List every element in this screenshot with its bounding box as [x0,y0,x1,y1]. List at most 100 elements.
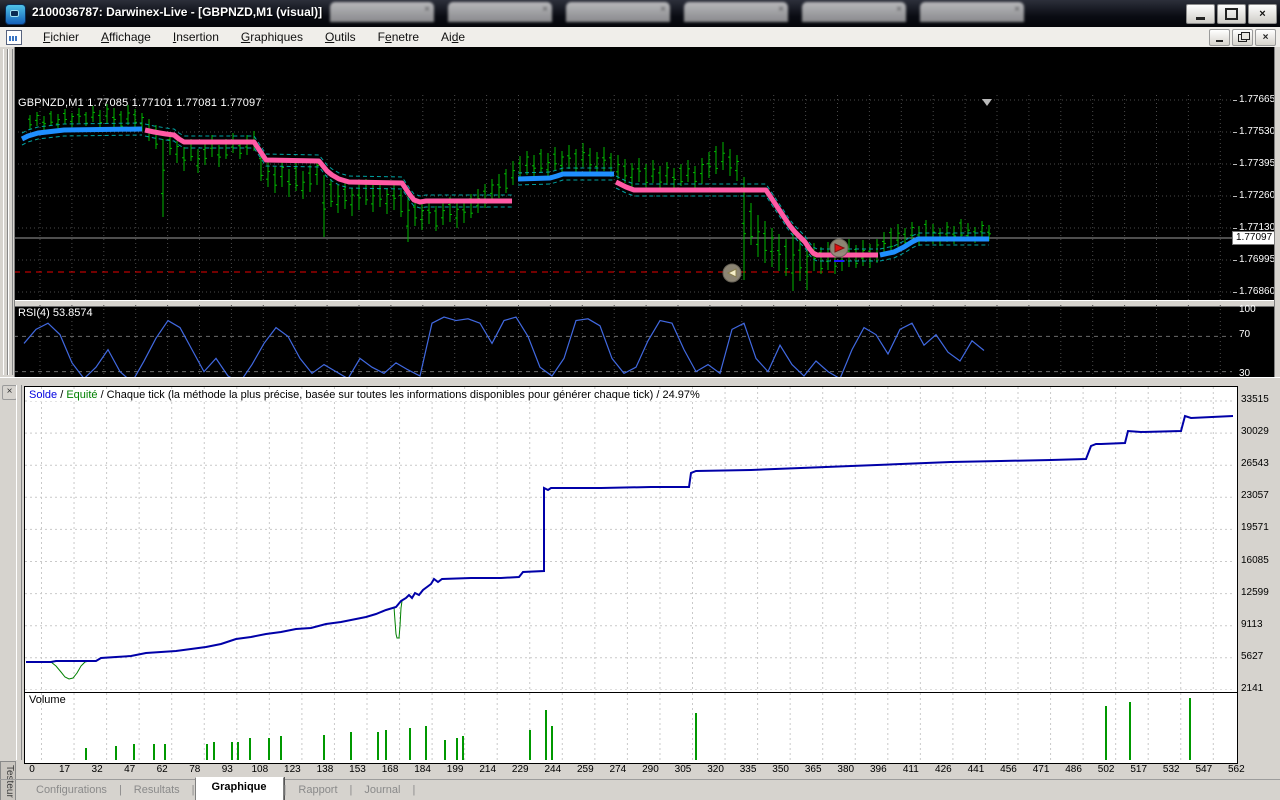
trade-number-tick: 274 [610,764,627,775]
background-browser-tab [920,2,1024,22]
price-tick: 1.76995 [1239,254,1275,265]
background-browser-tab [330,2,434,22]
mdi-close-button[interactable]: × [1255,29,1276,46]
trade-number-tick: 380 [837,764,854,775]
trade-number-tick: 456 [1000,764,1017,775]
trade-marker-entry-arrow-red [830,239,848,257]
trade-number-tick: 259 [577,764,594,775]
menu-fenetre[interactable]: Fenetre [367,28,430,46]
background-browser-tabs [330,2,1024,24]
trade-number-tick: 184 [414,764,431,775]
trade-number-tick: 471 [1033,764,1050,775]
balance-tick: 26543 [1241,458,1269,469]
trade-number-tick: 305 [675,764,692,775]
balance-tick: 9113 [1241,619,1263,630]
trade-number-tick: 320 [707,764,724,775]
balance-tick: 19571 [1241,522,1269,533]
window-titlebar[interactable]: 2100036787: Darwinex-Live - [GBPNZD,M1 (… [0,0,1280,27]
volume-label: Volume [29,694,66,706]
strategy-tester-panel: × Solde / Equité / Chaque tick (la métho… [0,383,1280,800]
metatrader-app-icon [5,4,26,25]
price-tick: 1.76860 [1239,286,1275,297]
trade-number-tick: 411 [903,764,919,775]
trade-number-tick: 199 [447,764,464,775]
trade-number-tick: 547 [1195,764,1212,775]
rsi-tick: 70 [1239,329,1250,340]
tester-tab-graphique[interactable]: Graphique [195,777,284,800]
tester-tabs-bar: Configurations|Resultats|Graphique|Rappo… [0,779,1280,800]
menu-bar: FichierAffichageInsertionGraphiquesOutil… [0,27,1280,48]
price-chart-pane[interactable] [14,95,1232,300]
trade-number-tick: 365 [805,764,822,775]
window-title: 2100036787: Darwinex-Live - [GBPNZD,M1 (… [32,5,322,19]
rsi-tick: 100 [1239,304,1256,315]
balance-tick: 16085 [1241,555,1269,566]
trade-number-tick: 93 [222,764,233,775]
tester-tab-configurations[interactable]: Configurations [24,781,119,799]
collapsed-toolbar-gutter[interactable] [0,47,15,377]
trade-number-tick: 335 [740,764,757,775]
menu-fichier[interactable]: Fichier [32,28,90,46]
trade-number-tick: 426 [935,764,952,775]
menu-aide[interactable]: Aide [430,28,476,46]
balance-tick: 33515 [1241,394,1269,405]
close-button[interactable]: × [1248,4,1277,24]
balance-tick: 23057 [1241,490,1269,501]
balance-tick: 2141 [1241,683,1263,694]
trade-number-tick: 517 [1130,764,1147,775]
menu-insertion[interactable]: Insertion [162,28,230,46]
tester-graph-legend: Solde / Equité / Chaque tick (la méthode… [29,389,704,401]
trade-number-tick: 214 [479,764,496,775]
tester-tab-resultats[interactable]: Resultats [122,781,192,799]
rsi-value-label: RSI(4) 53.8574 [18,307,93,319]
trade-number-tick: 78 [189,764,200,775]
trade-number-tick: 486 [1065,764,1082,775]
menu-outils[interactable]: Outils [314,28,367,46]
trade-number-tick: 229 [512,764,529,775]
trade-number-tick: 168 [382,764,399,775]
balance-tick: 5627 [1241,651,1263,662]
maximize-button[interactable] [1217,4,1246,24]
trade-number-tick: 32 [92,764,103,775]
menu-affichage[interactable]: Affichage [90,28,162,46]
trade-number-tick: 502 [1098,764,1115,775]
trade-marker-exit-arrow-left [723,264,741,282]
background-browser-tab [802,2,906,22]
trade-number-tick: 396 [870,764,887,775]
tester-volume-chart[interactable]: Volume [24,692,1238,764]
background-browser-tab [684,2,788,22]
trade-number-tick: 108 [252,764,269,775]
trade-number-tick: 138 [317,764,334,775]
trade-number-tick: 441 [968,764,985,775]
chart-workspace: GBPNZD,M1 1.77085 1.77101 1.77081 1.7709… [0,47,1280,377]
mdi-minimize-button[interactable] [1209,29,1230,46]
trade-number-tick: 17 [59,764,70,775]
trade-number-tick: 244 [544,764,561,775]
trade-number-tick: 350 [772,764,789,775]
tester-panel-grip[interactable] [16,385,22,760]
background-browser-tab [448,2,552,22]
balance-tick: 12599 [1241,587,1269,598]
trade-number-tick: 47 [124,764,135,775]
solde-legend: Solde [29,389,57,401]
minimize-button[interactable] [1186,4,1215,24]
tab-separator: | [412,784,415,796]
equite-legend: Equité [66,389,97,401]
menu-graphiques[interactable]: Graphiques [230,28,314,46]
tester-tab-rapport[interactable]: Rapport [286,781,349,799]
tester-tab-journal[interactable]: Journal [352,781,412,799]
chart-document-icon [6,30,22,45]
trade-number-tick: 0 [29,764,35,775]
price-tick: 1.77665 [1239,94,1275,105]
trade-number-tick: 290 [642,764,659,775]
price-tick: 1.77395 [1239,158,1275,169]
trade-number-tick: 62 [157,764,168,775]
mdi-restore-button[interactable] [1232,29,1253,46]
symbol-ohlc-header: GBPNZD,M1 1.77085 1.77101 1.77081 1.7709… [18,97,262,109]
background-browser-tab [566,2,670,22]
tester-balance-chart[interactable]: Solde / Equité / Chaque tick (la méthode… [24,386,1238,693]
tester-close-button[interactable]: × [2,385,17,400]
tick-method-label: / Chaque tick (la méthode la plus précis… [98,389,700,401]
price-tick: 1.77530 [1239,126,1275,137]
price-tick: 1.77260 [1239,190,1275,201]
